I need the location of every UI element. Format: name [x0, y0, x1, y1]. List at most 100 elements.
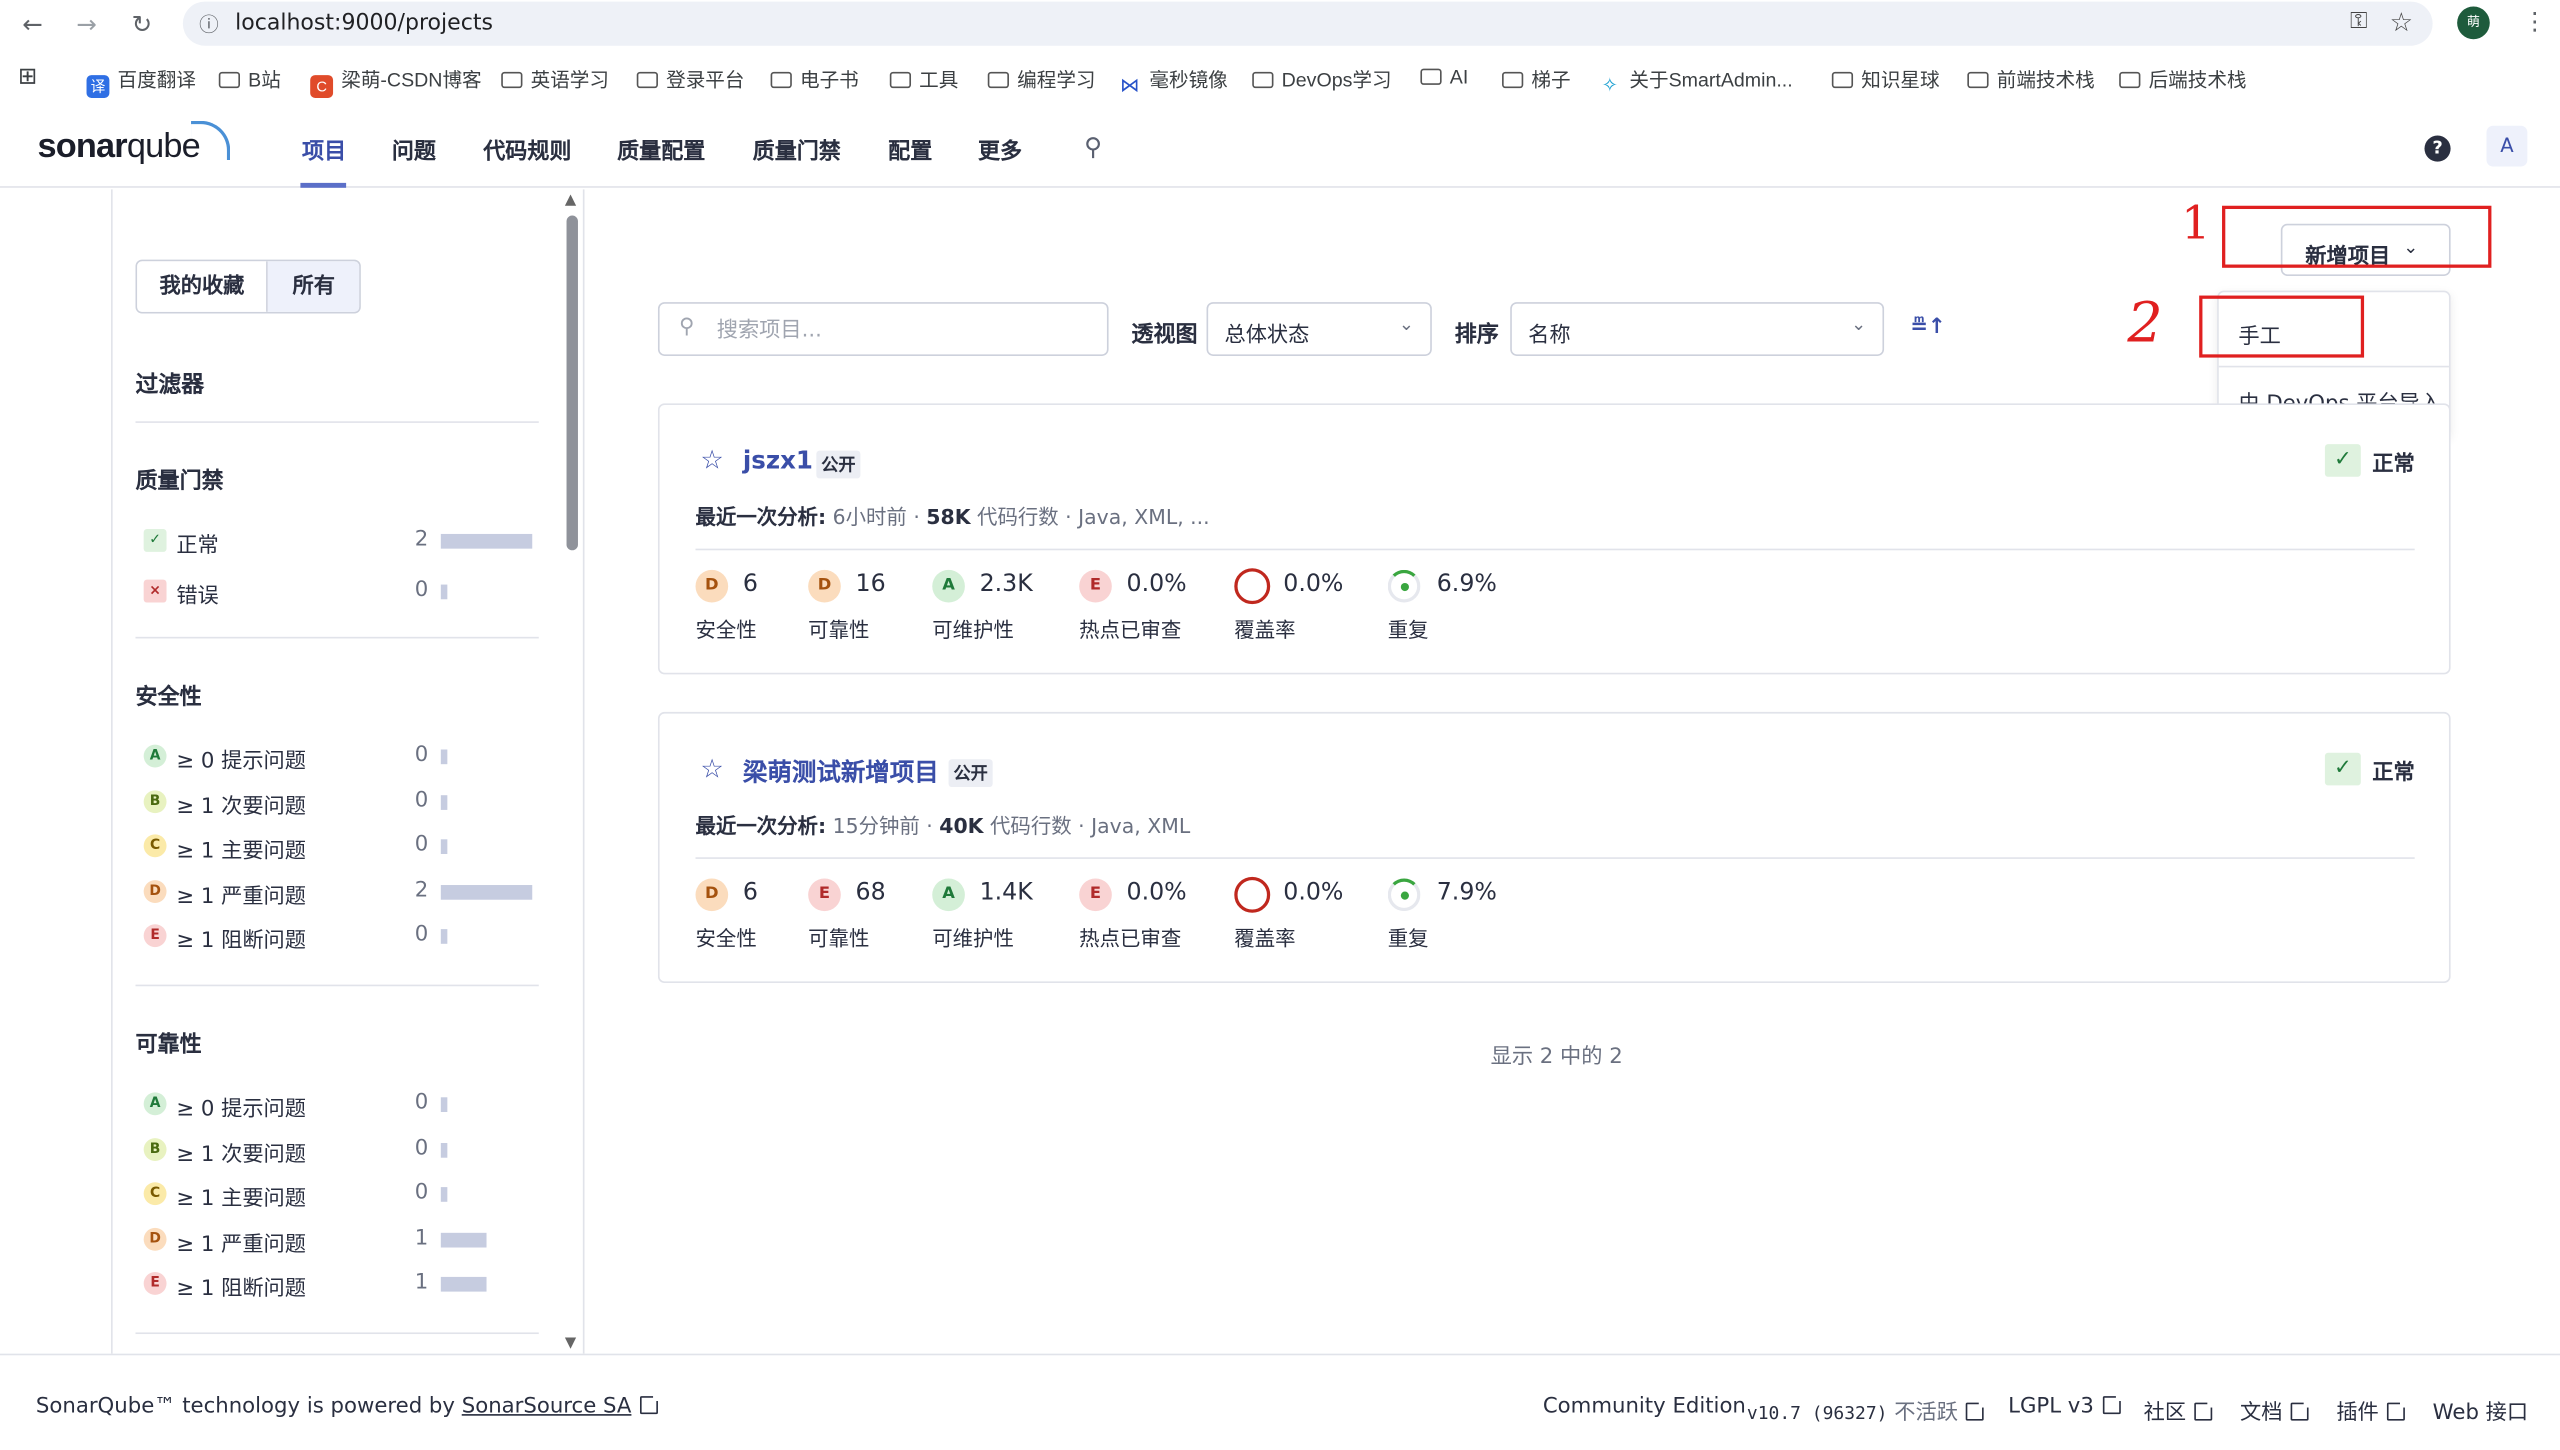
bookmark-item[interactable]: 后端技术栈	[2119, 65, 2247, 93]
apps-grid-icon[interactable]: ⊞	[18, 62, 37, 90]
bookmark-star-icon[interactable]: ☆	[2390, 7, 2413, 38]
filter-bar	[440, 929, 448, 944]
bookmark-item[interactable]: 知识星球	[1831, 65, 1940, 93]
filter-option[interactable]: D ≥ 1 严重问题 1	[143, 1222, 536, 1257]
filter-option[interactable]: ✓ 正常 2	[143, 524, 536, 559]
help-icon[interactable]: ?	[2424, 135, 2451, 162]
web-api-link[interactable]: Web 接口	[2433, 1394, 2528, 1425]
bookmark-item[interactable]: 英语学习	[501, 65, 609, 93]
sort-direction-icon[interactable]: ≞↑	[1910, 315, 1946, 339]
bookmark-item[interactable]: DevOps学习	[1252, 65, 1392, 93]
bookmark-item[interactable]: B站	[218, 65, 281, 93]
divider	[135, 1332, 539, 1335]
nav-rules[interactable]: 代码规则	[483, 132, 571, 165]
filter-option[interactable]: A ≥ 0 提示问题 0	[143, 740, 536, 774]
nav-quality-gates[interactable]: 质量门禁	[753, 132, 841, 165]
filter-option[interactable]: E ≥ 1 阻断问题 0	[143, 919, 536, 954]
app-header: sonarqube 项目 问题 代码规则 质量配置 质量门禁 配置 更多 ⚲ ?…	[0, 111, 2560, 188]
nav-more[interactable]: 更多	[978, 132, 1022, 165]
powered-text: SonarQube™ technology is powered by	[35, 1394, 455, 1419]
nav-quality-profiles[interactable]: 质量配置	[617, 132, 705, 165]
favorite-star-icon[interactable]: ☆	[700, 444, 723, 475]
tab-all[interactable]: 所有	[268, 261, 360, 312]
folder-icon	[2119, 71, 2141, 89]
bookmark-item[interactable]: 前端技术栈	[1967, 65, 2095, 93]
user-avatar[interactable]: A	[2486, 125, 2528, 167]
bookmark-item[interactable]: 登录平台	[636, 65, 745, 93]
profile-avatar[interactable]: 萌	[2457, 6, 2490, 40]
sonarqube-logo[interactable]: sonarqube	[38, 120, 231, 166]
external-link-icon	[1966, 1399, 1988, 1421]
filter-option[interactable]: E ≥ 1 阻断问题 1	[143, 1267, 536, 1301]
bookmark-item[interactable]: 工具	[889, 65, 958, 93]
bookmark-item[interactable]: 编程学习	[987, 65, 1096, 93]
sidebar-scrollbar[interactable]: ▲ ▼	[563, 193, 581, 1352]
version-info[interactable]: v10.7 (96327) 不活跃	[1747, 1394, 1988, 1426]
grade-badge: A	[143, 744, 167, 768]
external-link-icon	[2290, 1399, 2312, 1421]
bookmark-item[interactable]: C 梁萌-CSDN博客	[310, 65, 482, 98]
filter-option[interactable]: B ≥ 1 次要问题 0	[143, 785, 536, 819]
filter-option[interactable]: A ≥ 0 提示问题 0	[143, 1087, 536, 1122]
filter-count: 0	[414, 922, 429, 948]
address-bar[interactable]: ⓘ localhost:9000/projects ⚿ ☆	[182, 1, 2433, 46]
filter-bar	[440, 794, 448, 810]
nav-projects[interactable]: 项目	[302, 132, 346, 165]
search-icon[interactable]: ⚲	[1084, 132, 1102, 161]
filter-option[interactable]: D ≥ 1 严重问题 2	[143, 874, 536, 909]
annotation-number-2: 2	[2127, 290, 2163, 356]
filter-label: ≥ 1 严重问题	[176, 884, 307, 909]
filter-option[interactable]: × 错误 0	[143, 575, 536, 609]
scroll-thumb[interactable]	[566, 215, 578, 551]
project-name-link[interactable]: jszx1	[743, 446, 813, 475]
project-search[interactable]: ⚲	[657, 302, 1109, 356]
annotation-box-2	[2199, 295, 2365, 358]
filter-option[interactable]: C ≥ 1 主要问题 0	[143, 830, 536, 864]
docs-link[interactable]: 文档	[2239, 1394, 2312, 1426]
search-input[interactable]	[716, 313, 1093, 347]
browser-menu-icon[interactable]: ⋮	[2522, 7, 2546, 36]
nav-issues[interactable]: 问题	[392, 132, 436, 165]
plugins-link[interactable]: 插件	[2336, 1394, 2409, 1426]
project-name-link[interactable]: 梁萌测试新增项目	[743, 754, 939, 788]
bookmark-item[interactable]: 梯子	[1502, 65, 1571, 93]
bookmark-item[interactable]: ⋈ 毫秒镜像	[1118, 65, 1228, 97]
password-key-icon[interactable]: ⚿	[2350, 8, 2367, 34]
scroll-up-icon[interactable]: ▲	[565, 193, 576, 209]
bookmark-item[interactable]: 电子书	[770, 65, 859, 93]
back-icon[interactable]: ←	[15, 7, 51, 43]
rating-badge: E	[808, 878, 841, 912]
scroll-down-icon[interactable]: ▼	[565, 1336, 576, 1352]
community-link[interactable]: 社区	[2144, 1394, 2216, 1426]
sort-select[interactable]: 名称 ⌄	[1510, 302, 1885, 356]
grade-badge: D	[143, 879, 167, 903]
filter-label: ≥ 0 提示问题	[176, 749, 307, 774]
edition-text: Community Edition	[1542, 1394, 1746, 1419]
filter-count: 2	[414, 877, 429, 903]
filter-label: 正常	[176, 533, 219, 559]
perspective-select[interactable]: 总体状态 ⌄	[1206, 302, 1432, 356]
license-text: LGPL v3	[2008, 1394, 2094, 1419]
site-info-icon[interactable]: ⓘ	[199, 10, 219, 38]
metric-label: 安全性	[695, 617, 757, 642]
filter-option[interactable]: C ≥ 1 主要问题 0	[143, 1177, 536, 1212]
favorite-star-icon[interactable]: ☆	[700, 753, 723, 784]
forward-icon[interactable]: →	[69, 7, 105, 43]
bookmark-item[interactable]: ✧ 关于SmartAdmin...	[1598, 65, 1793, 97]
meta-loc: 40K	[939, 813, 984, 838]
bookmark-item[interactable]: 译百度翻译	[86, 65, 196, 98]
license-link[interactable]: LGPL v3	[2008, 1392, 2124, 1419]
last-analysis-info: 最近一次分析: 15分钟前 · 40K 代码行数 · Java, XML	[695, 813, 1191, 838]
duplication-dot	[1400, 891, 1409, 900]
reload-icon[interactable]: ↻	[124, 7, 160, 43]
filter-option[interactable]: B ≥ 1 次要问题 0	[143, 1132, 536, 1167]
metric-value: 16	[855, 571, 886, 598]
tab-favorites[interactable]: 我的收藏	[137, 261, 269, 312]
divider	[695, 857, 2415, 859]
logo-text: qube	[126, 127, 201, 165]
sonarsource-link[interactable]: SonarSource SA	[462, 1394, 632, 1418]
metric-label: 可靠性	[808, 617, 870, 642]
bookmark-item[interactable]: AI	[1420, 65, 1468, 88]
nav-administration[interactable]: 配置	[888, 132, 932, 165]
docs-text: 文档	[2239, 1401, 2283, 1426]
